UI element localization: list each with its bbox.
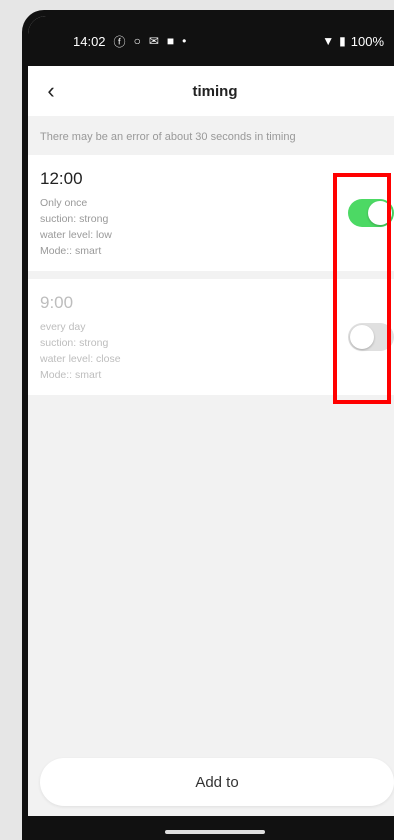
timer-repeat: every day (40, 321, 86, 333)
timer-toggle[interactable] (348, 323, 394, 351)
toggle-knob (350, 325, 374, 349)
status-time: 14:02 (73, 33, 106, 49)
back-button[interactable]: ‹ (38, 78, 64, 104)
navigation-bar (28, 816, 394, 840)
timer-repeat: Only once (40, 197, 88, 209)
timer-time: 12:00 (40, 169, 83, 188)
facebook-icon: ⓕ (113, 34, 126, 49)
timer-water-level: water level: close (40, 353, 121, 365)
wifi-icon: ▼ (322, 34, 335, 48)
app-bar: ‹ timing (28, 66, 394, 116)
square-icon: ■ (166, 34, 175, 48)
home-indicator[interactable] (165, 830, 265, 834)
page-title: timing (192, 82, 238, 100)
dot-icon: • (182, 34, 187, 48)
timer-suction: suction: strong (40, 337, 109, 349)
timer-mode: Mode:: smart (40, 369, 102, 381)
timer-suction: suction: strong (40, 213, 109, 225)
timing-hint: There may be an error of about 30 second… (40, 131, 296, 143)
status-bar: 14:02 ⓕ ○ ✉ ■ • ▼ ▮ 100% (28, 16, 394, 66)
chevron-left-icon: ‹ (47, 78, 55, 103)
timer-mode: Mode:: smart (40, 245, 102, 257)
timer-time: 9:00 (40, 293, 74, 312)
screen: 14:02 ⓕ ○ ✉ ■ • ▼ ▮ 100% ‹ timing There … (28, 16, 394, 840)
battery-icon: ▮ (339, 34, 346, 48)
timer-item[interactable]: 9:00 every day suction: strong water lev… (28, 279, 394, 395)
toggle-knob (368, 201, 392, 225)
battery-level: 100% (350, 33, 384, 49)
add-timer-button[interactable]: Add to (40, 758, 394, 806)
timer-item[interactable]: 12:00 Only once suction: strong water le… (28, 155, 394, 271)
circle-icon: ○ (133, 34, 141, 48)
timer-water-level: water level: low (40, 229, 112, 241)
phone-frame: 14:02 ⓕ ○ ✉ ■ • ▼ ▮ 100% ‹ timing There … (22, 10, 394, 840)
gmail-icon: ✉ (148, 34, 159, 48)
timer-toggle[interactable] (348, 199, 394, 227)
